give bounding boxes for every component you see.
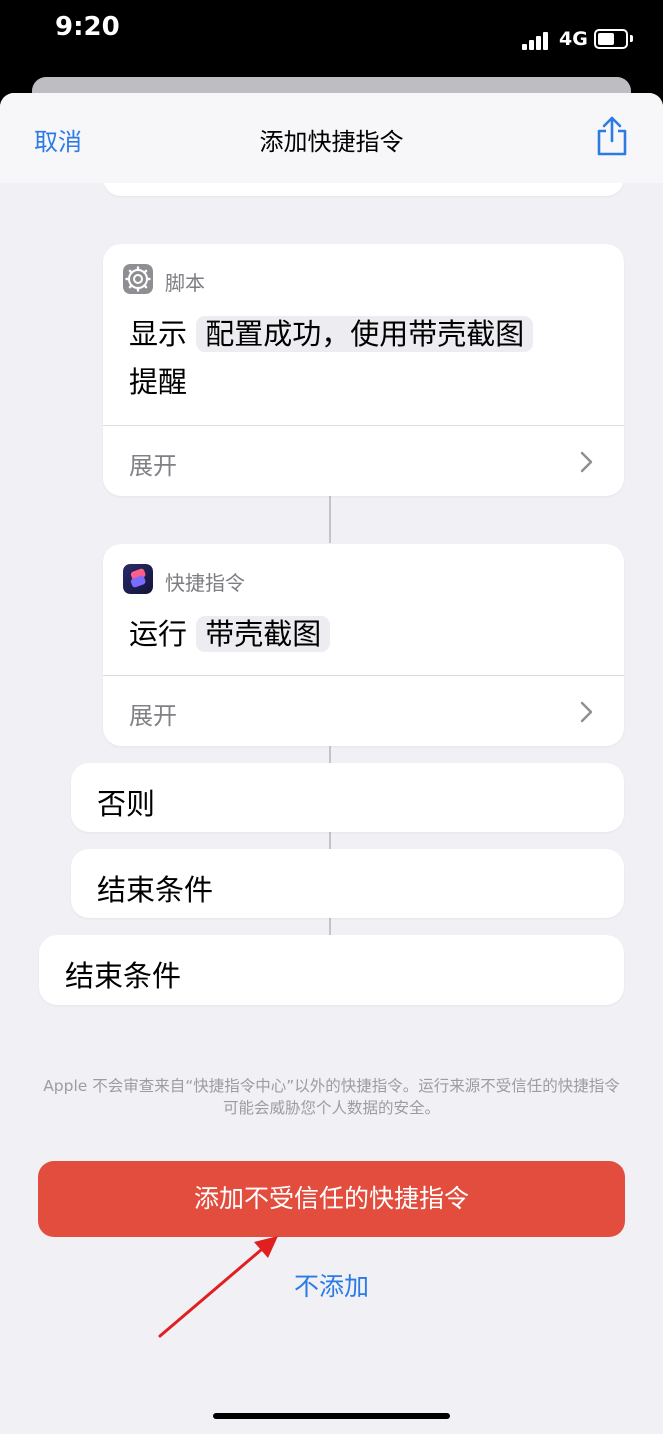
add-shortcut-sheet: 取消 添加快捷指令 脚本 显示 配置成功，使用带壳截图 提醒 展开 快捷指令 运… — [0, 93, 663, 1434]
shortcut-name-token[interactable]: 带壳截图 — [196, 616, 331, 652]
page-title: 添加快捷指令 — [259, 128, 404, 156]
action-app-label: 脚本 — [165, 271, 205, 295]
otherwise-label: 否则 — [97, 787, 156, 821]
expand-row[interactable]: 展开 — [103, 426, 624, 496]
chevron-right-icon — [580, 451, 593, 473]
battery-icon — [594, 29, 628, 49]
battery-cap — [630, 35, 633, 42]
share-icon[interactable] — [594, 115, 630, 157]
flow-connector — [329, 746, 331, 763]
chevron-right-icon — [580, 701, 593, 723]
action-suffix: 提醒 — [129, 365, 188, 399]
alert-text-token[interactable]: 配置成功，使用带壳截图 — [196, 316, 534, 352]
signal-icon — [522, 30, 552, 50]
action-description: 显示 配置成功，使用带壳截图 提醒 — [129, 310, 534, 406]
dont-add-button[interactable]: 不添加 — [0, 1267, 663, 1303]
end-if-block-outer[interactable]: 结束条件 — [39, 935, 624, 1005]
flow-connector — [329, 832, 331, 849]
nav-bar: 取消 添加快捷指令 — [0, 93, 663, 183]
otherwise-block[interactable]: 否则 — [71, 763, 624, 832]
show-alert-action-card[interactable]: 脚本 显示 配置成功，使用带壳截图 提醒 展开 — [103, 244, 624, 496]
action-verb: 显示 — [129, 317, 188, 351]
expand-row[interactable]: 展开 — [103, 676, 624, 746]
expand-label: 展开 — [129, 702, 177, 730]
untrusted-disclaimer: Apple 不会审查来自“快捷指令中心”以外的快捷指令。运行来源不受信任的快捷指… — [43, 1077, 620, 1117]
end-if-label: 结束条件 — [97, 873, 214, 907]
expand-label: 展开 — [129, 452, 177, 480]
network-type: 4G — [559, 28, 588, 50]
action-app-label: 快捷指令 — [165, 571, 245, 595]
add-untrusted-shortcut-button[interactable]: 添加不受信任的快捷指令 — [38, 1161, 625, 1237]
annotation-arrow-icon — [158, 1236, 278, 1338]
home-indicator — [213, 1413, 450, 1419]
run-shortcut-action-card[interactable]: 快捷指令 运行 带壳截图 展开 — [103, 544, 624, 746]
shortcuts-icon — [123, 564, 153, 594]
end-if-block[interactable]: 结束条件 — [71, 849, 624, 918]
status-bar: 9:20 4G — [0, 0, 663, 80]
action-verb: 运行 — [129, 617, 188, 651]
status-time: 9:20 — [55, 12, 120, 42]
gear-icon — [123, 264, 153, 294]
action-description: 运行 带壳截图 — [129, 610, 331, 658]
flow-connector — [329, 918, 331, 935]
end-if-label: 结束条件 — [65, 959, 182, 993]
flow-connector — [329, 496, 331, 543]
